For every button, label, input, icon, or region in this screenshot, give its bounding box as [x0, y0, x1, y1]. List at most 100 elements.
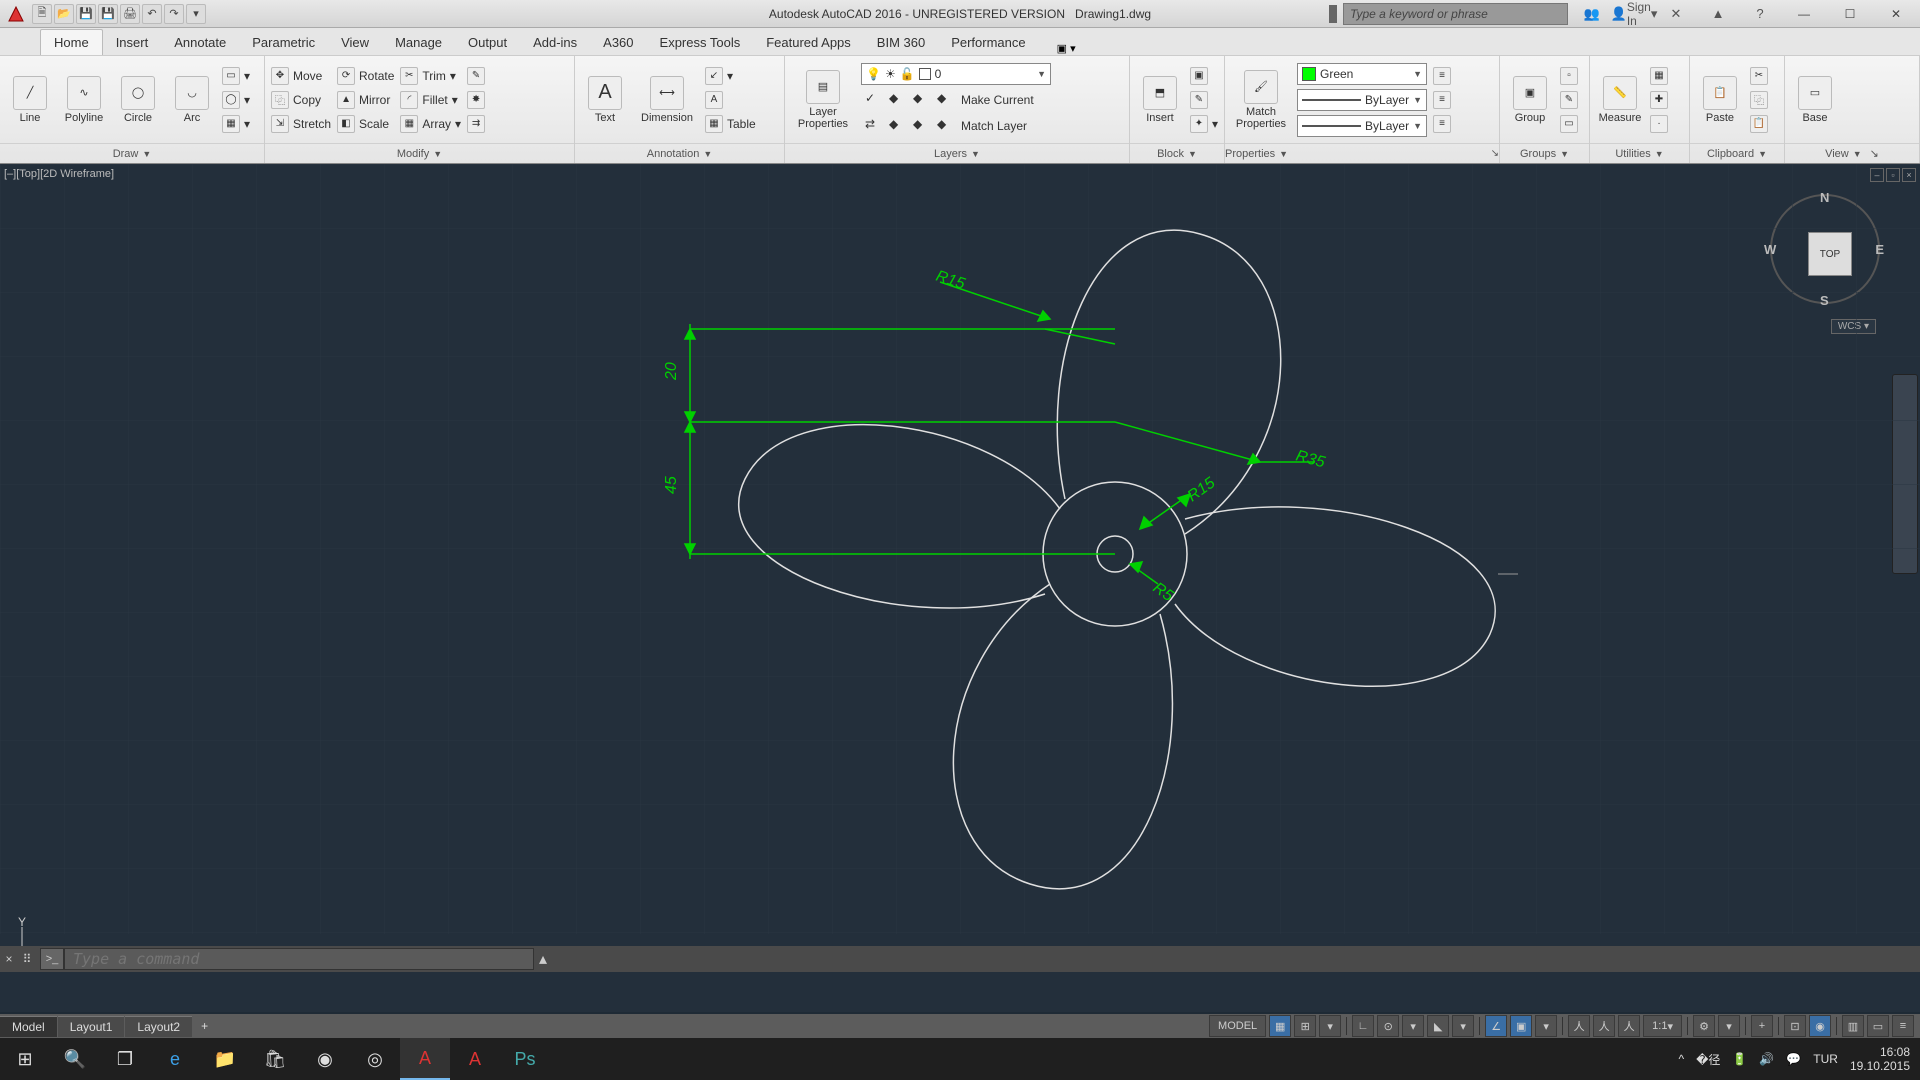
sb-3dosnap-dd[interactable]: ▾ — [1535, 1015, 1557, 1037]
tool-match-layer[interactable]: ⇄◆◆◆Match Layer — [861, 115, 1051, 137]
sb-model[interactable]: MODEL — [1209, 1015, 1266, 1037]
sb-polar-dd[interactable]: ▾ — [1402, 1015, 1424, 1037]
tool-base[interactable]: ▭Base — [1791, 76, 1839, 124]
tool-text[interactable]: AText — [581, 76, 629, 124]
cmd-handle-icon[interactable]: ⠿ — [18, 952, 36, 966]
tool-circle[interactable]: ◯Circle — [114, 76, 162, 124]
sb-snap-icon[interactable]: ⊞ — [1294, 1015, 1316, 1037]
app-store-icon[interactable]: ▲ — [1700, 4, 1736, 24]
tab-insert[interactable]: Insert — [103, 30, 162, 55]
sb-scale[interactable]: 1:1 ▾ — [1643, 1015, 1682, 1037]
tool-group-bb[interactable]: ▭ — [1560, 113, 1578, 135]
tool-copy-clip[interactable]: ⿻ — [1750, 89, 1768, 111]
tool-list2[interactable]: ≡ — [1433, 89, 1451, 111]
sb-cycle-icon[interactable]: 人 — [1618, 1015, 1640, 1037]
tool-edit-block[interactable]: ✎ — [1190, 89, 1218, 111]
autodesk-account-icon[interactable]: 👥 — [1574, 4, 1610, 24]
layout-add-button[interactable]: + — [193, 1016, 216, 1036]
panel-modify-label[interactable]: Modify▼ — [265, 143, 574, 163]
exchange-icon[interactable]: ✕ — [1658, 4, 1694, 24]
tool-stretch[interactable]: ⇲Stretch — [271, 113, 331, 135]
tool-edit-attr[interactable]: ✦▾ — [1190, 113, 1218, 135]
photoshop-icon[interactable]: Ps — [500, 1038, 550, 1080]
wifi-icon[interactable]: �径 — [1696, 1051, 1720, 1068]
sb-3dosnap-icon[interactable]: ▣ — [1510, 1015, 1532, 1037]
tool-array[interactable]: ▦Array ▾ — [400, 113, 461, 135]
clock[interactable]: 16:08 19.10.2015 — [1850, 1045, 1910, 1073]
panel-block-label[interactable]: Block▼ — [1130, 143, 1224, 163]
panel-view-label[interactable]: View▼↘ — [1785, 143, 1919, 163]
tool-quickcalc[interactable]: ✚ — [1650, 89, 1668, 111]
tab-annotate[interactable]: Annotate — [161, 30, 239, 55]
volume-icon[interactable]: 🔊 — [1759, 1052, 1774, 1066]
tool-erase[interactable]: ✎ — [467, 65, 485, 87]
tab-output[interactable]: Output — [455, 30, 520, 55]
tool-table[interactable]: ▦Table — [705, 113, 756, 135]
tool-explode[interactable]: ✸ — [467, 89, 485, 111]
lang-indicator[interactable]: TUR — [1813, 1052, 1838, 1066]
tool-scale[interactable]: ◧Scale — [337, 113, 394, 135]
tab-a360[interactable]: A360 — [590, 30, 646, 55]
tool-cut[interactable]: ✂ — [1750, 65, 1768, 87]
tool-measure[interactable]: 📏Measure — [1596, 76, 1644, 124]
tray-chevron-icon[interactable]: ^ — [1678, 1052, 1684, 1066]
tab-performance[interactable]: Performance — [938, 30, 1038, 55]
command-input[interactable] — [64, 948, 534, 970]
qat-save-icon[interactable]: 💾 — [76, 4, 96, 24]
qat-print-icon[interactable]: 🖨 — [120, 4, 140, 24]
tab-addins[interactable]: Add-ins — [520, 30, 590, 55]
tool-offset[interactable]: ⇉ — [467, 113, 485, 135]
sb-custom-icon[interactable]: ≡ — [1892, 1015, 1914, 1037]
qat-undo-icon[interactable]: ↶ — [142, 4, 162, 24]
cmd-history-icon[interactable]: ▴ — [534, 949, 552, 969]
panel-groups-label[interactable]: Groups▼ — [1500, 143, 1589, 163]
store-icon[interactable]: 🛍 — [250, 1038, 300, 1080]
tool-trim[interactable]: ✂Trim ▾ — [400, 65, 461, 87]
tool-hatch[interactable]: ▦▾ — [222, 113, 250, 135]
tool-dimension[interactable]: ⟷Dimension — [635, 76, 699, 124]
qat-redo-icon[interactable]: ↷ — [164, 4, 184, 24]
tool-copy[interactable]: ⿻Copy — [271, 89, 331, 111]
sb-units-icon[interactable]: ⊡ — [1784, 1015, 1806, 1037]
maximize-button[interactable]: ☐ — [1830, 0, 1870, 28]
tool-ellipse[interactable]: ◯▾ — [222, 89, 250, 111]
tool-insert[interactable]: ⬒Insert — [1136, 76, 1184, 124]
tool-make-current[interactable]: ✓◆◆◆Make Current — [861, 89, 1051, 111]
tab-parametric[interactable]: Parametric — [239, 30, 328, 55]
sb-ortho-icon[interactable]: ∟ — [1352, 1015, 1374, 1037]
tool-select-all[interactable]: ▦ — [1650, 65, 1668, 87]
explorer-icon[interactable]: 📁 — [200, 1038, 250, 1080]
tool-ungroup[interactable]: ▫ — [1560, 65, 1578, 87]
tool-layer-properties[interactable]: ▤Layer Properties — [791, 70, 855, 130]
panel-clipboard-label[interactable]: Clipboard▼ — [1690, 143, 1784, 163]
tab-home[interactable]: Home — [40, 29, 103, 55]
chrome-icon[interactable]: ◉ — [300, 1038, 350, 1080]
tab-manage[interactable]: Manage — [382, 30, 455, 55]
sb-gear-dd[interactable]: ▾ — [1718, 1015, 1740, 1037]
sb-trans-icon[interactable]: 人 — [1593, 1015, 1615, 1037]
start-button[interactable]: ⊞ — [0, 1038, 50, 1080]
sb-snap-dd[interactable]: ▾ — [1319, 1015, 1341, 1037]
tool-paste[interactable]: 📋Paste — [1696, 76, 1744, 124]
tool-group-edit[interactable]: ✎ — [1560, 89, 1578, 111]
tool-rotate[interactable]: ⟳Rotate — [337, 65, 394, 87]
qat-saveas-icon[interactable]: 💾 — [98, 4, 118, 24]
lineweight-dropdown[interactable]: ByLayer▼ — [1297, 115, 1427, 137]
tool-list[interactable]: ≡ — [1433, 65, 1451, 87]
task-view-icon[interactable]: ❐ — [100, 1038, 150, 1080]
autocad-taskbar-icon[interactable]: A — [400, 1038, 450, 1080]
panel-utilities-label[interactable]: Utilities▼ — [1590, 143, 1689, 163]
qat-dropdown-icon[interactable]: ▾ — [186, 4, 206, 24]
tool-arc[interactable]: ◡Arc — [168, 76, 216, 124]
tool-polyline[interactable]: ∿Polyline — [60, 76, 108, 124]
sb-iso-icon[interactable]: ◣ — [1427, 1015, 1449, 1037]
cmd-prompt-icon[interactable]: >_ — [40, 948, 64, 970]
tab-view[interactable]: View — [328, 30, 382, 55]
tool-group[interactable]: ▣Group — [1506, 76, 1554, 124]
drawing-canvas[interactable]: [–][Top][2D Wireframe] – ▫ × N S E W TOP… — [0, 164, 1920, 1012]
help-search[interactable]: Type a keyword or phrase — [1343, 3, 1568, 25]
sb-clean-icon[interactable]: ▭ — [1867, 1015, 1889, 1037]
tab-bim360[interactable]: BIM 360 — [864, 30, 938, 55]
sb-plus-icon[interactable]: + — [1751, 1015, 1773, 1037]
action-center-icon[interactable]: 💬 — [1786, 1052, 1801, 1066]
